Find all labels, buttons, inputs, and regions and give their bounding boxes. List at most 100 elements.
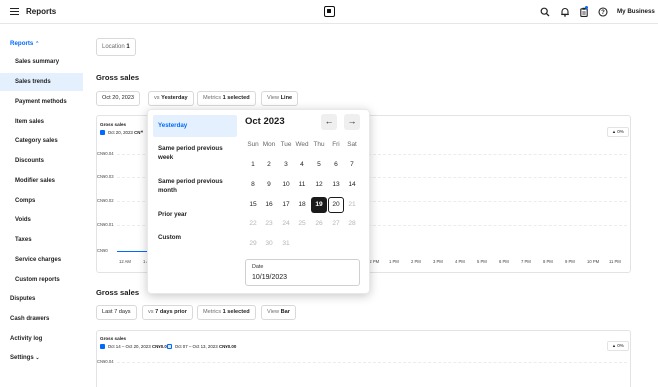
percent-change-value: 0%: [617, 129, 624, 134]
metrics-dropdown-2[interactable]: Metrics 1 selected: [197, 305, 256, 320]
sidebar-item-custom-reports[interactable]: Custom reports: [0, 271, 83, 289]
calendar-day[interactable]: 3: [278, 157, 294, 173]
sidebar-item-disputes[interactable]: Disputes: [10, 296, 35, 302]
calendar-day: 29: [249, 240, 257, 247]
calendar-day[interactable]: 2: [261, 157, 277, 173]
compare-popover: Yesterday Same period previous week Same…: [147, 109, 370, 294]
chevron-down-icon: ⌄: [35, 355, 40, 361]
business-name[interactable]: My Business: [617, 8, 655, 15]
metrics-label-2: Metrics: [203, 309, 222, 315]
svg-text:?: ?: [601, 10, 605, 16]
x-tick: 3 PM: [433, 259, 443, 264]
calendar-day[interactable]: 11: [294, 177, 310, 193]
x-tick: 4 PM: [455, 259, 465, 264]
x-tick: 10 PM: [587, 259, 600, 264]
section1-title: Gross sales: [96, 73, 140, 82]
calendar-day[interactable]: 8: [245, 177, 261, 193]
calendar-day: 28: [348, 220, 356, 227]
x-tick: 2 PM: [411, 259, 421, 264]
calendar-day[interactable]: 18: [294, 197, 310, 213]
sidebar-item-cash-drawers[interactable]: Cash drawers: [10, 316, 49, 322]
sidebar-item-payment-methods[interactable]: Payment methods: [0, 93, 83, 111]
arrow-right-icon: →: [347, 116, 357, 126]
calendar-day[interactable]: 4: [294, 157, 310, 173]
legend-title-2: Gross sales: [100, 336, 127, 341]
sidebar-reports-label: Reports: [10, 40, 34, 47]
calendar-day: 26: [315, 220, 323, 227]
sidebar-item-taxes[interactable]: Taxes: [0, 231, 83, 249]
date-picker-button[interactable]: Oct 20, 2023: [96, 91, 141, 106]
preset-same-period-previous-week[interactable]: Same period previous week: [153, 144, 237, 162]
calendar-day[interactable]: 14: [344, 177, 360, 193]
calendar-day[interactable]: 9: [261, 177, 277, 193]
sidebar-item-voids[interactable]: Voids: [0, 211, 83, 229]
next-month-button[interactable]: →: [344, 114, 360, 130]
calendar-day[interactable]: 15: [245, 197, 261, 213]
top-bar: Reports ? My Business: [0, 0, 658, 24]
compare-dropdown[interactable]: vs Yesterday: [148, 91, 194, 106]
view-label: View: [267, 95, 280, 101]
help-icon[interactable]: ?: [598, 7, 608, 17]
weekday-header: Sat: [347, 141, 357, 148]
up-triangle-icon: ▲: [612, 343, 616, 348]
calendar-day[interactable]: 20: [328, 197, 344, 213]
y-tick: CN¥0.03: [97, 174, 114, 179]
percent-change-badge-2: ▲ 0%: [607, 341, 629, 351]
calendar-day[interactable]: 6: [328, 157, 344, 173]
sidebar-item-category-sales[interactable]: Category sales: [0, 132, 83, 150]
view-dropdown[interactable]: View Line: [261, 91, 299, 106]
sidebar-item-sales-summary[interactable]: Sales summary: [0, 53, 83, 71]
sidebar-reports-toggle[interactable]: Reports ⌃: [10, 40, 39, 47]
legend-current-2[interactable]: Oct 14 – Oct 20, 2023 CN¥0.00: [100, 344, 169, 349]
location-filter[interactable]: Location 1: [96, 38, 136, 56]
calendar-day[interactable]: 5: [311, 157, 327, 173]
view-value: Line: [280, 95, 293, 101]
view-label-2: View: [267, 309, 280, 315]
legend-current[interactable]: Oct 20, 2023 CNꟸ: [100, 130, 143, 136]
metrics-dropdown[interactable]: Metrics 1 selected: [197, 91, 256, 106]
sidebar-item-item-sales[interactable]: Item sales: [0, 113, 83, 131]
preset-custom[interactable]: Custom: [153, 233, 237, 242]
view-value-2: Bar: [280, 309, 290, 315]
search-icon[interactable]: [540, 7, 550, 17]
calendar-day[interactable]: 19: [311, 197, 327, 213]
sidebar-item-discounts[interactable]: Discounts: [0, 152, 83, 170]
date-field[interactable]: Date 10/19/2023: [245, 259, 360, 286]
preset-yesterday[interactable]: Yesterday: [153, 115, 237, 137]
calendar-day[interactable]: 10: [278, 177, 294, 193]
sidebar-item-sales-trends[interactable]: Sales trends: [0, 73, 83, 91]
calendar-day: 30: [265, 240, 273, 247]
calendar-day[interactable]: 13: [328, 177, 344, 193]
weekday-header: Wed: [295, 141, 309, 148]
location-count: 1: [126, 44, 130, 50]
y-tick: CN¥0.02: [97, 198, 114, 203]
calendar-day[interactable]: 7: [344, 157, 360, 173]
arrow-left-icon: ←: [324, 116, 334, 126]
preset-prior-year[interactable]: Prior year: [153, 210, 237, 219]
legend-swatch-current: [100, 344, 105, 349]
compare-dropdown-2[interactable]: vs 7 days prior: [142, 305, 193, 320]
legend-prior-2[interactable]: Oct 07 – Oct 13, 2023 CN¥0.00: [167, 344, 236, 349]
calendar-day[interactable]: 17: [278, 197, 294, 213]
prev-month-button[interactable]: ←: [321, 114, 337, 130]
weekday-header: Mon: [262, 141, 276, 148]
sidebar-item-settings[interactable]: Settings ⌄: [10, 355, 40, 361]
x-tick: 7 PM: [521, 259, 531, 264]
square-logo-icon[interactable]: [324, 6, 335, 17]
range-picker-button[interactable]: Last 7 days: [96, 305, 137, 320]
calendar-day[interactable]: 12: [311, 177, 327, 193]
view-dropdown-2[interactable]: View Bar: [261, 305, 296, 320]
sidebar-item-modifier-sales[interactable]: Modifier sales: [0, 172, 83, 190]
x-tick: 12 AM: [119, 259, 131, 264]
calendar-day: 23: [265, 220, 273, 227]
legend-title: Gross sales: [100, 122, 127, 127]
sidebar-item-activity-log[interactable]: Activity log: [10, 336, 42, 342]
percent-change-badge: ▲ 0%: [607, 127, 629, 137]
calendar-day[interactable]: 16: [261, 197, 277, 213]
sidebar-item-service-charges[interactable]: Service charges: [0, 251, 83, 269]
menu-icon[interactable]: [10, 8, 19, 16]
bell-icon[interactable]: [560, 7, 570, 17]
calendar-day[interactable]: 1: [245, 157, 261, 173]
preset-same-period-previous-month[interactable]: Same period previous month: [153, 177, 237, 195]
sidebar-item-comps[interactable]: Comps: [0, 192, 83, 210]
